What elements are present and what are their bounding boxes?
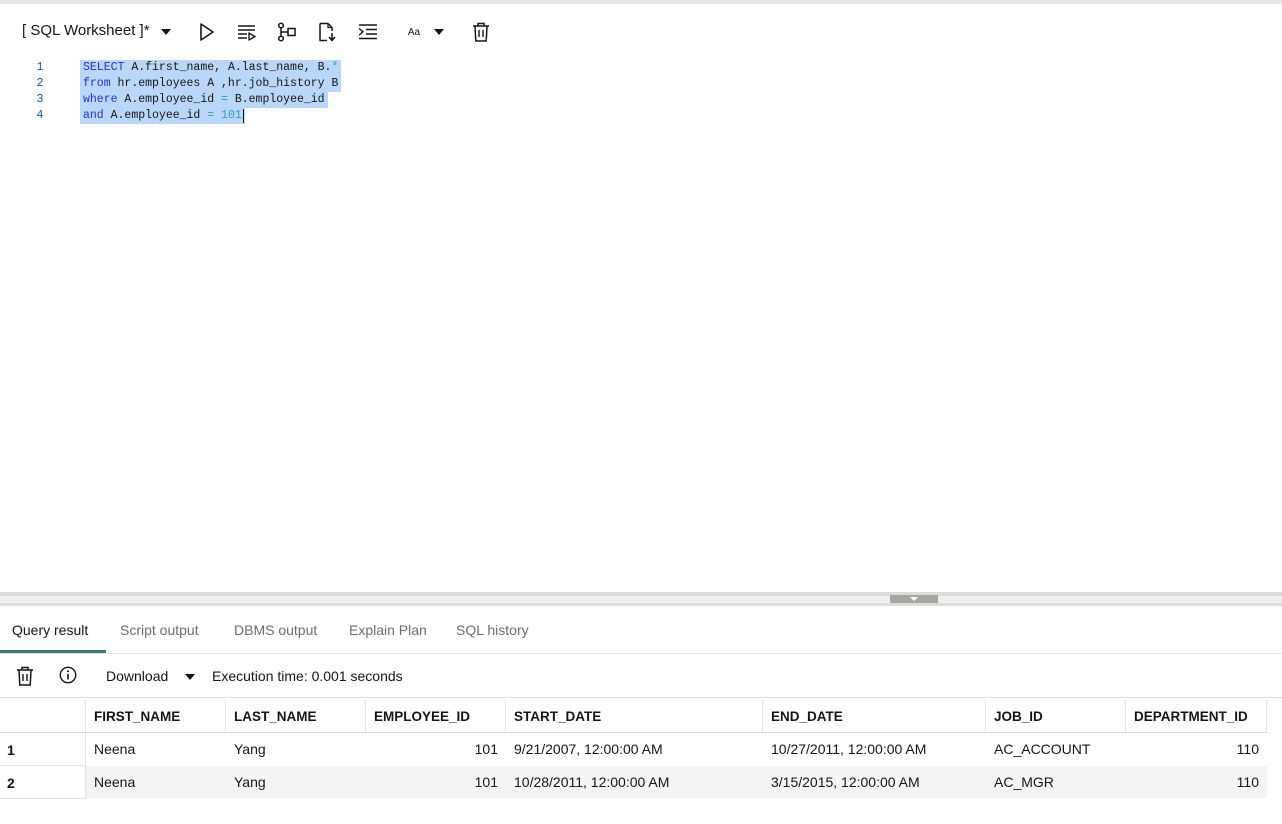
trash-icon <box>17 666 33 686</box>
download-button[interactable]: Download <box>106 668 168 684</box>
table-cell[interactable]: Yang <box>226 766 366 798</box>
info-icon <box>59 666 77 684</box>
table-cell[interactable]: 10/28/2011, 12:00:00 AM <box>506 766 763 798</box>
column-header[interactable]: LAST_NAME <box>226 700 366 733</box>
text-cursor <box>243 109 244 123</box>
tab-query-result[interactable]: Query result <box>12 622 88 638</box>
autotrace-icon <box>319 22 336 42</box>
table-cell[interactable]: 9/21/2007, 12:00:00 AM <box>506 733 763 765</box>
tab-sql-history[interactable]: SQL history <box>456 622 529 638</box>
run-statement-button[interactable] <box>194 18 220 46</box>
output-tabs: Query result Script output DBMS output E… <box>0 612 1282 654</box>
table-cell[interactable]: AC_MGR <box>986 766 1126 798</box>
trash-icon <box>473 22 489 42</box>
worksheet-toolbar: [ SQL Worksheet ]* Aa <box>0 14 1282 50</box>
table-cell[interactable]: AC_ACCOUNT <box>986 733 1126 765</box>
text-case-button[interactable]: Aa <box>400 18 428 46</box>
worksheet-title: [ SQL Worksheet ]* <box>22 22 150 39</box>
code-token: hr.employees A ,hr.job_history B <box>110 77 339 90</box>
column-header[interactable]: FIRST_NAME <box>86 700 226 733</box>
code-text[interactable]: and A.employee_id = 101 <box>80 108 245 124</box>
column-header[interactable]: START_DATE <box>506 700 763 733</box>
code-token: 101 <box>221 109 242 122</box>
line-number: 4 <box>36 109 44 122</box>
format-button[interactable] <box>355 18 381 46</box>
code-token: from <box>83 77 111 90</box>
code-token: A.employee_id <box>103 109 208 122</box>
collapse-handle[interactable] <box>890 595 938 603</box>
code-token: A.first_name, A.last_name, B. <box>124 61 332 74</box>
table-cell[interactable]: 110 <box>1126 766 1267 798</box>
code-token: B.employee_id <box>227 93 325 106</box>
clear-results-button[interactable] <box>16 666 34 691</box>
table-cell[interactable]: 110 <box>1126 733 1267 765</box>
tab-dbms-output[interactable]: DBMS output <box>234 622 317 638</box>
table-cell[interactable]: 3/15/2015, 12:00:00 AM <box>763 766 986 798</box>
run-script-icon <box>238 25 256 41</box>
explain-plan-icon <box>277 22 296 42</box>
active-tab-indicator <box>0 650 106 653</box>
text-case-dropdown[interactable] <box>430 18 448 46</box>
run-script-button[interactable] <box>234 18 260 46</box>
worksheet-menu-dropdown[interactable] <box>157 18 175 46</box>
editor-line[interactable]: 3 where A.employee_id = B.employee_id <box>0 92 1282 108</box>
code-text[interactable]: where A.employee_id = B.employee_id <box>80 92 328 108</box>
line-number: 3 <box>36 93 44 106</box>
grid-corner <box>0 700 86 733</box>
tab-explain-plan[interactable]: Explain Plan <box>349 622 427 638</box>
clear-button[interactable] <box>468 18 494 46</box>
code-text[interactable]: SELECT A.first_name, A.last_name, B.* <box>80 60 342 76</box>
chevron-down-icon[interactable] <box>185 674 195 680</box>
info-button[interactable] <box>59 666 77 689</box>
indent-format-icon <box>358 24 377 40</box>
table-cell[interactable]: 10/27/2011, 12:00:00 AM <box>763 733 986 765</box>
code-token: and <box>83 109 104 122</box>
sql-editor[interactable]: 1 SELECT A.first_name, A.last_name, B.* 2 f… <box>0 56 1282 592</box>
top-border <box>0 0 1282 4</box>
table-cell[interactable]: Neena <box>86 766 226 798</box>
column-header[interactable]: EMPLOYEE_ID <box>366 700 506 733</box>
text-case-icon: Aa <box>407 26 421 38</box>
column-header[interactable]: JOB_ID <box>986 700 1126 733</box>
code-token: SELECT <box>83 61 125 74</box>
line-number: 2 <box>36 77 44 90</box>
play-icon <box>200 23 214 41</box>
row-number[interactable]: 1 <box>0 733 86 766</box>
code-token: = <box>221 93 228 106</box>
code-token: A.employee_id <box>117 93 222 106</box>
row-number[interactable]: 2 <box>0 766 86 799</box>
code-token: * <box>331 61 339 74</box>
explain-plan-button[interactable] <box>274 18 300 46</box>
chevron-down-icon <box>161 29 171 35</box>
autotrace-button[interactable] <box>314 18 340 46</box>
result-toolbar: Download Execution time: 0.001 seconds <box>0 656 1282 698</box>
table-cell[interactable]: Neena <box>86 733 226 765</box>
table-cell[interactable]: 101 <box>366 733 506 765</box>
table-cell[interactable]: 101 <box>366 766 506 798</box>
chevron-down-icon <box>434 29 444 35</box>
line-number: 1 <box>36 61 44 74</box>
editor-line[interactable]: 4 and A.employee_id = 101 <box>0 108 1282 124</box>
editor-line[interactable]: 2 from hr.employees A ,hr.job_history B <box>0 76 1282 92</box>
column-header[interactable]: DEPARTMENT_ID <box>1126 700 1267 733</box>
column-header[interactable]: END_DATE <box>763 700 986 733</box>
table-cell[interactable]: Yang <box>226 733 366 765</box>
chevron-down-icon <box>910 597 918 601</box>
code-text[interactable]: from hr.employees A ,hr.job_history B <box>80 76 342 92</box>
execution-time: Execution time: 0.001 seconds <box>212 668 403 684</box>
tab-script-output[interactable]: Script output <box>120 622 199 638</box>
panel-splitter[interactable] <box>0 592 1282 606</box>
code-token: where <box>83 93 118 106</box>
editor-line[interactable]: 1 SELECT A.first_name, A.last_name, B.* <box>0 60 1282 76</box>
